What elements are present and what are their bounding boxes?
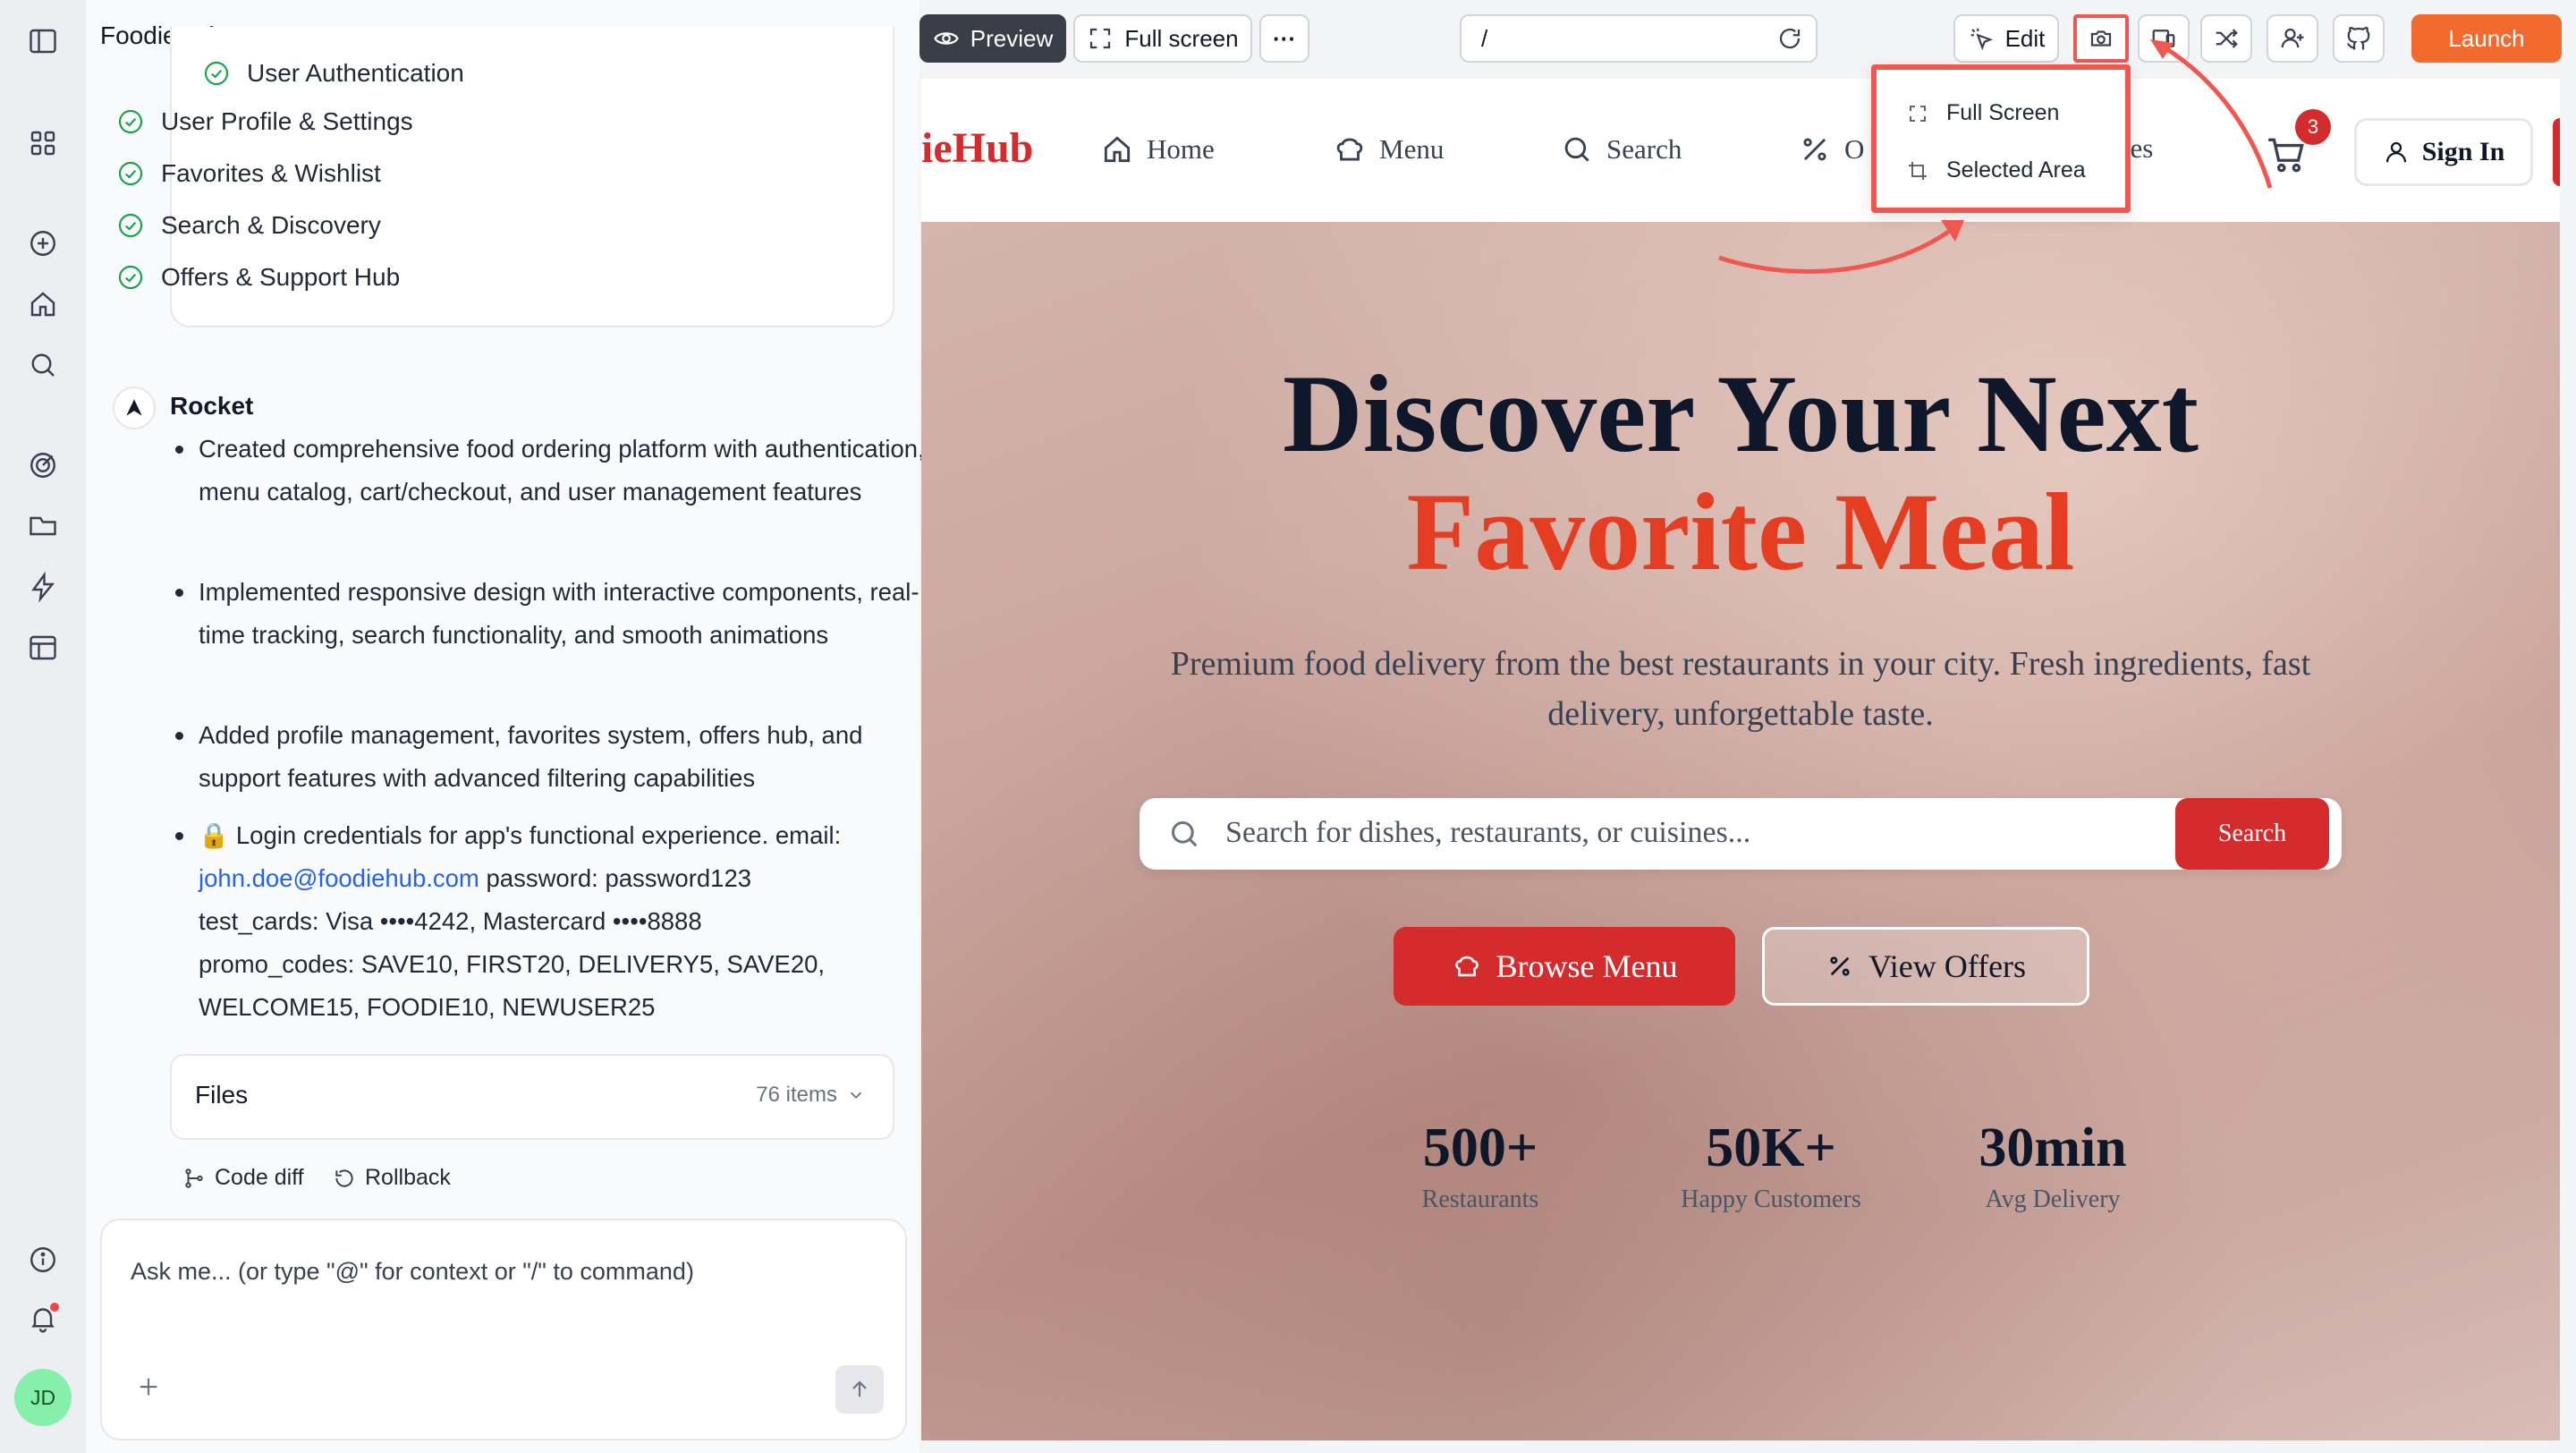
annotation-arrow-upper: [2161, 44, 2273, 189]
annotation-arrow-lower: [1718, 222, 1961, 274]
annotation-arrows: [1718, 39, 2273, 274]
annotation-arrowhead: [1941, 220, 1964, 242]
